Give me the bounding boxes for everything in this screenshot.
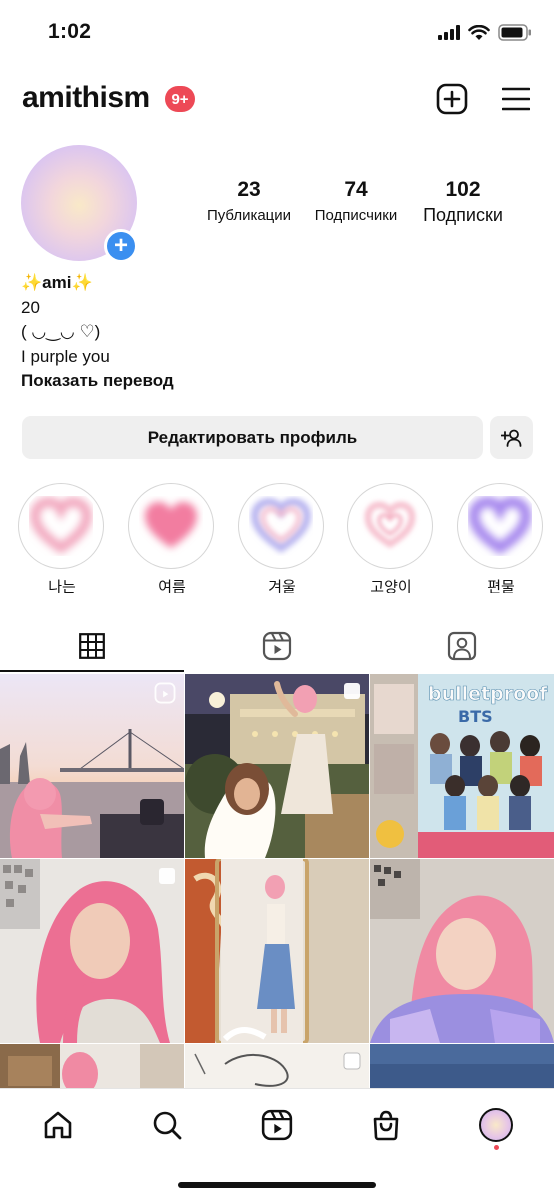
- heart-icon: [461, 487, 539, 565]
- tab-reels[interactable]: [185, 620, 369, 672]
- profile-tabs: [0, 620, 554, 672]
- edit-profile-button[interactable]: Редактировать профиль: [22, 416, 483, 459]
- nav-reels[interactable]: [255, 1103, 299, 1147]
- multiple-photos-icon: [343, 682, 361, 705]
- heart-icon: [351, 487, 429, 565]
- tab-tagged[interactable]: [370, 620, 554, 672]
- home-indicator: [178, 1182, 376, 1188]
- room-photo: [0, 1044, 184, 1090]
- status-icons: [438, 24, 532, 41]
- search-icon: [153, 1111, 182, 1140]
- post-thumbnail[interactable]: [185, 1044, 369, 1090]
- stat-posts-value: 23: [237, 178, 261, 201]
- stat-posts-label: Публикации: [206, 207, 292, 224]
- nav-profile[interactable]: [474, 1103, 518, 1147]
- create-post-button[interactable]: [433, 80, 471, 118]
- username[interactable]: amithism: [22, 81, 150, 115]
- selfie-photo: [0, 859, 184, 1043]
- nav-search[interactable]: [145, 1103, 189, 1147]
- bio-line: 20: [21, 297, 40, 317]
- highlight-label: 나는: [48, 579, 76, 593]
- post-thumbnail[interactable]: [0, 1044, 184, 1090]
- highlight-item[interactable]: 겨울: [238, 483, 326, 593]
- heart-icon: [22, 487, 100, 565]
- mirror-photo: [185, 859, 369, 1043]
- stat-followers-label: Подписчики: [314, 207, 398, 224]
- stat-followers-value: 74: [344, 178, 368, 201]
- heart-icon: [242, 487, 320, 565]
- nav-home[interactable]: [36, 1103, 80, 1147]
- profile-avatar-small: [479, 1108, 513, 1142]
- shopping-bag-icon: [373, 1110, 399, 1141]
- multiple-photos-icon: [158, 867, 176, 890]
- heart-icon: [132, 487, 210, 565]
- plus-icon: +: [113, 232, 128, 259]
- highlight-item[interactable]: 편물: [457, 483, 545, 593]
- highlight-label: 겨울: [268, 579, 296, 593]
- drawing-photo: [185, 1044, 369, 1090]
- highlight-item[interactable]: 여름: [128, 483, 216, 593]
- cellular-signal-icon: [438, 25, 460, 40]
- active-tab-indicator: [0, 670, 184, 672]
- stat-followers[interactable]: 74 Подписчики: [305, 178, 407, 224]
- hamburger-menu-icon: [502, 87, 530, 111]
- multiple-photos-icon: [343, 1052, 361, 1075]
- grid-icon: [79, 633, 105, 659]
- reel-indicator-icon: [154, 682, 176, 709]
- post-thumbnail[interactable]: [185, 859, 369, 1043]
- svg-text:bulletproof: bulletproof: [428, 683, 548, 705]
- bio: ✨ami✨ 20 ( ◡‿◡ ♡) I purple you Показать …: [21, 271, 174, 394]
- plus-square-icon: [436, 83, 468, 115]
- profile-header: amithism 9+: [0, 74, 554, 124]
- tagged-icon: [447, 631, 477, 661]
- display-name: ✨ami✨: [21, 273, 93, 292]
- highlight-item[interactable]: 나는: [18, 483, 106, 593]
- highlight-item[interactable]: 고양이: [347, 483, 435, 593]
- status-time: 1:02: [48, 20, 92, 43]
- bio-line: I purple you: [21, 346, 110, 366]
- poster-photo: bulletproof BTS: [370, 674, 554, 858]
- status-bar: 1:02: [0, 0, 554, 66]
- add-story-button[interactable]: +: [104, 229, 138, 263]
- stat-following-label: Подписки: [423, 205, 503, 225]
- stat-following-value: 102: [445, 178, 481, 201]
- nav-shop[interactable]: [364, 1103, 408, 1147]
- portrait-photo: [370, 859, 554, 1043]
- activity-dot: [494, 1145, 499, 1150]
- blue-photo: [370, 1044, 554, 1090]
- post-thumbnail[interactable]: [370, 1044, 554, 1090]
- post-thumbnail[interactable]: [185, 674, 369, 858]
- posts-grid: bulletproof BTS: [0, 674, 554, 1090]
- discover-people-button[interactable]: [490, 416, 533, 459]
- bio-line: ( ◡‿◡ ♡): [21, 322, 101, 341]
- menu-button[interactable]: [497, 80, 535, 118]
- add-person-icon: [500, 429, 521, 447]
- highlight-label: 고양이: [370, 579, 412, 593]
- night-photo: [185, 674, 369, 858]
- wifi-icon: [468, 24, 490, 40]
- home-icon: [44, 1111, 72, 1139]
- highlight-label: 여름: [158, 579, 186, 593]
- reels-icon: [261, 1109, 293, 1141]
- notification-badge[interactable]: 9+: [165, 86, 195, 112]
- post-thumbnail[interactable]: [0, 859, 184, 1043]
- stat-following[interactable]: 102 Подписки: [414, 178, 512, 226]
- post-thumbnail[interactable]: [370, 859, 554, 1043]
- post-thumbnail[interactable]: bulletproof BTS: [370, 674, 554, 858]
- reels-icon: [262, 631, 292, 661]
- svg-text:BTS: BTS: [458, 707, 493, 726]
- tab-posts-grid[interactable]: [0, 620, 184, 672]
- stat-posts[interactable]: 23 Публикации: [196, 178, 302, 224]
- story-highlights: 나는 여름 겨울 고양이 편물: [0, 483, 554, 593]
- battery-icon: [498, 24, 531, 41]
- highlight-label: 편물: [487, 579, 515, 593]
- show-translation-link[interactable]: Показать перевод: [21, 369, 174, 394]
- post-thumbnail[interactable]: [0, 674, 184, 858]
